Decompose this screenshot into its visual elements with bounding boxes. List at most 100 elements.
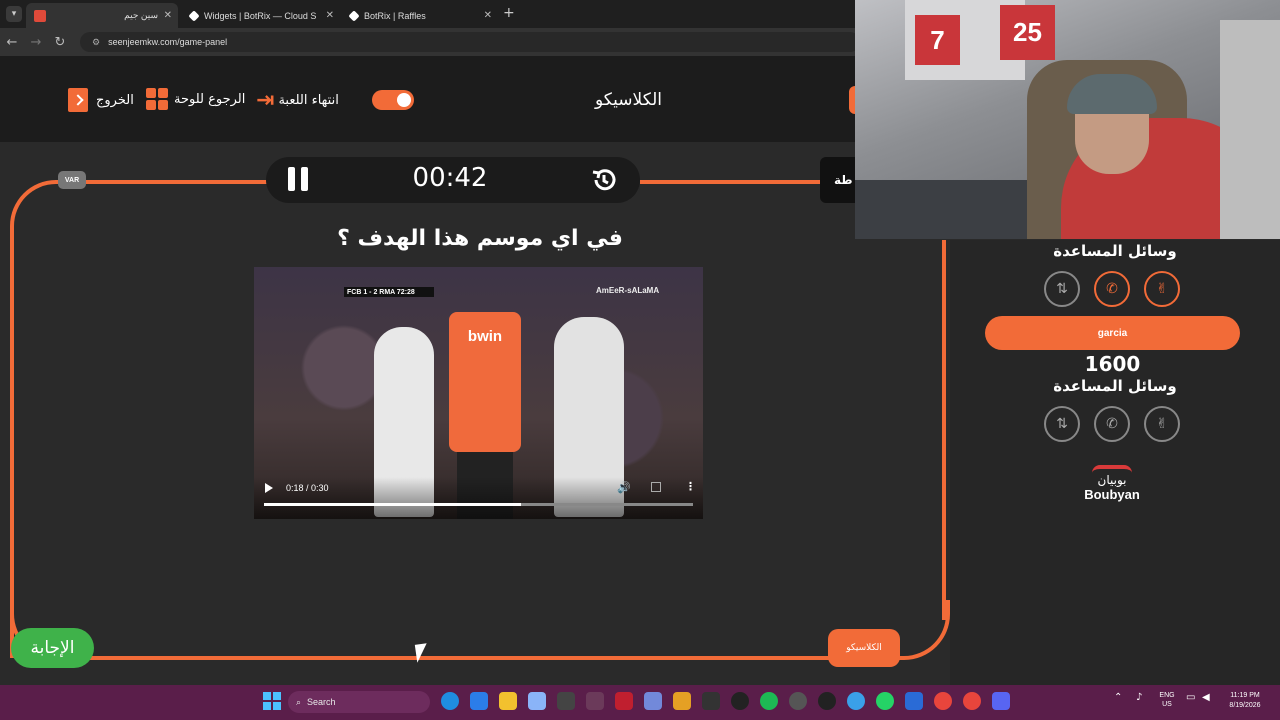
site-info-icon[interactable]: ⚙ [92,37,100,48]
reload-icon[interactable]: ↻ [48,35,72,50]
language-code: ENG [1159,692,1175,699]
volume-icon[interactable]: 🔊 [617,481,631,494]
app-icon[interactable] [905,692,923,710]
swap-question-icon[interactable]: ⇅ [1044,406,1080,442]
board-frame-bottom [10,600,950,660]
taskbar-search[interactable]: ⌕ Search [288,691,430,713]
back-to-board-label: الرجوع للوحة [174,91,246,107]
app-icon[interactable] [586,692,604,710]
back-to-board-button[interactable]: الرجوع للوحة [146,88,245,110]
microphone-icon[interactable]: ♪ [1136,692,1142,703]
fullscreen-icon[interactable] [651,482,661,492]
video-watermark: AmEeR-sALaMA [596,286,660,295]
chatgpt-icon[interactable] [789,692,807,710]
timer-display: 00:42 [412,163,488,193]
board-frame-top [640,180,820,184]
video-figure-bib: bwin [449,312,521,452]
phone-call-icon[interactable]: ✆ [1094,406,1130,442]
clock[interactable]: 11:19 PM 8/19/2026 [1220,691,1270,711]
network-icon[interactable]: ▭ [1186,692,1195,703]
webcam-shelf [1220,20,1280,239]
video-time: 0:18 / 0:30 [286,483,329,493]
toggle-switch[interactable] [372,90,422,110]
swap-question-icon[interactable]: ⇅ [1044,271,1080,307]
webcam-person-cap [1067,74,1157,114]
lifelines-title: وسائل المساعدة [1053,377,1177,395]
obs-icon[interactable] [557,692,575,710]
teams-panel [950,240,1280,685]
webcam-overlay: 7 25 [855,0,1280,239]
app-icon[interactable] [615,692,633,710]
pause-icon[interactable] [288,167,310,193]
new-tab-button[interactable]: + [503,5,515,21]
var-badge[interactable]: VAR [58,171,86,189]
team-name-pill: garcia [985,316,1240,350]
end-game-button[interactable]: ⇥ انتهاء اللعبة [256,88,339,113]
chrome-icon[interactable] [934,692,952,710]
exit-door-icon [68,88,88,112]
webcam-desk [855,180,1055,239]
more-options-icon[interactable]: ⋮ [685,480,696,493]
sponsor-logo: بوبيان Boubyan [1070,465,1154,502]
close-tab-icon[interactable]: ✕ [326,10,334,21]
whatsapp-icon[interactable] [876,692,894,710]
close-tab-icon[interactable]: ✕ [164,10,172,21]
two-fingers-icon[interactable]: ✌ [1144,406,1180,442]
speedometer-icon[interactable] [731,692,749,710]
windows-start-icon[interactable] [263,692,281,710]
site-favicon-icon [34,9,46,22]
discord-icon[interactable] [992,692,1010,710]
tab-list-menu-button[interactable]: ▾ [6,6,22,22]
file-explorer-icon[interactable] [499,692,517,710]
end-game-label: انتهاء اللعبة [278,93,339,108]
app-icon[interactable] [702,692,720,710]
team-points: 1600 [1084,352,1141,376]
video-progress-bar[interactable] [264,503,693,506]
language-indicator[interactable]: ENG US [1156,691,1178,709]
url-field[interactable]: ⚙ seenjeemkw.com/game-panel [80,32,860,52]
close-tab-icon[interactable]: ✕ [484,10,492,21]
volume-icon[interactable]: ◀ [1202,692,1210,703]
browser-tab-botrix-raffles[interactable]: BotRix | Raffles ✕ [342,3,498,28]
video-shirt-text: bwin [467,328,503,345]
two-fingers-icon[interactable]: ✌ [1144,271,1180,307]
botrix-favicon-icon [188,9,200,22]
exit-button[interactable]: الخروج [68,88,134,112]
browser-tab-botrix-widgets[interactable]: Widgets | BotRix — Cloud Strea ✕ [182,3,340,28]
grid-icon [146,88,168,110]
browser-tab-seenjeem[interactable]: سين جيم ✕ [26,3,178,28]
forward-arrow-icon[interactable]: → [24,35,48,50]
question-text: في اي موسم هذا الهدف ؟ [337,226,623,251]
tab-title: سين جيم [124,10,158,20]
phone-call-icon[interactable]: ✆ [1094,271,1130,307]
jersey-frame: 25 [1000,5,1055,60]
app-icon[interactable] [673,692,691,710]
edge-browser-icon[interactable] [441,692,459,710]
app-icon[interactable] [528,692,546,710]
botrix-favicon-icon [348,9,360,22]
brand-title: الكلاسيكو [595,90,662,110]
app-icon[interactable] [818,692,836,710]
back-arrow-icon[interactable]: ← [0,35,24,50]
jersey-number: 25 [1013,17,1042,47]
app-icon[interactable] [470,692,488,710]
play-icon[interactable] [265,483,273,493]
sponsor-latin: Boubyan [1084,487,1140,502]
answer-button[interactable]: الإجابة [11,628,94,668]
jersey-frame: 7 [915,15,960,65]
sponsor-arc [1092,465,1132,473]
app-icon[interactable] [644,692,662,710]
tab-title: BotRix | Raffles [364,10,426,21]
mouse-cursor [414,643,430,663]
jersey-number: 7 [930,24,945,55]
keyboard-region: US [1162,701,1172,708]
reset-timer-icon[interactable] [590,166,618,194]
tray-chevron-icon[interactable]: ⌃ [1114,692,1122,703]
app-icon[interactable] [847,692,865,710]
spotify-icon[interactable] [760,692,778,710]
chrome-icon[interactable] [963,692,981,710]
team-score-tab: طة [820,157,860,203]
clock-date: 8/19/2026 [1229,702,1261,709]
sponsor-arabic: بوبيان [1097,473,1127,487]
arrow-to-bar-icon: ⇥ [256,88,275,113]
